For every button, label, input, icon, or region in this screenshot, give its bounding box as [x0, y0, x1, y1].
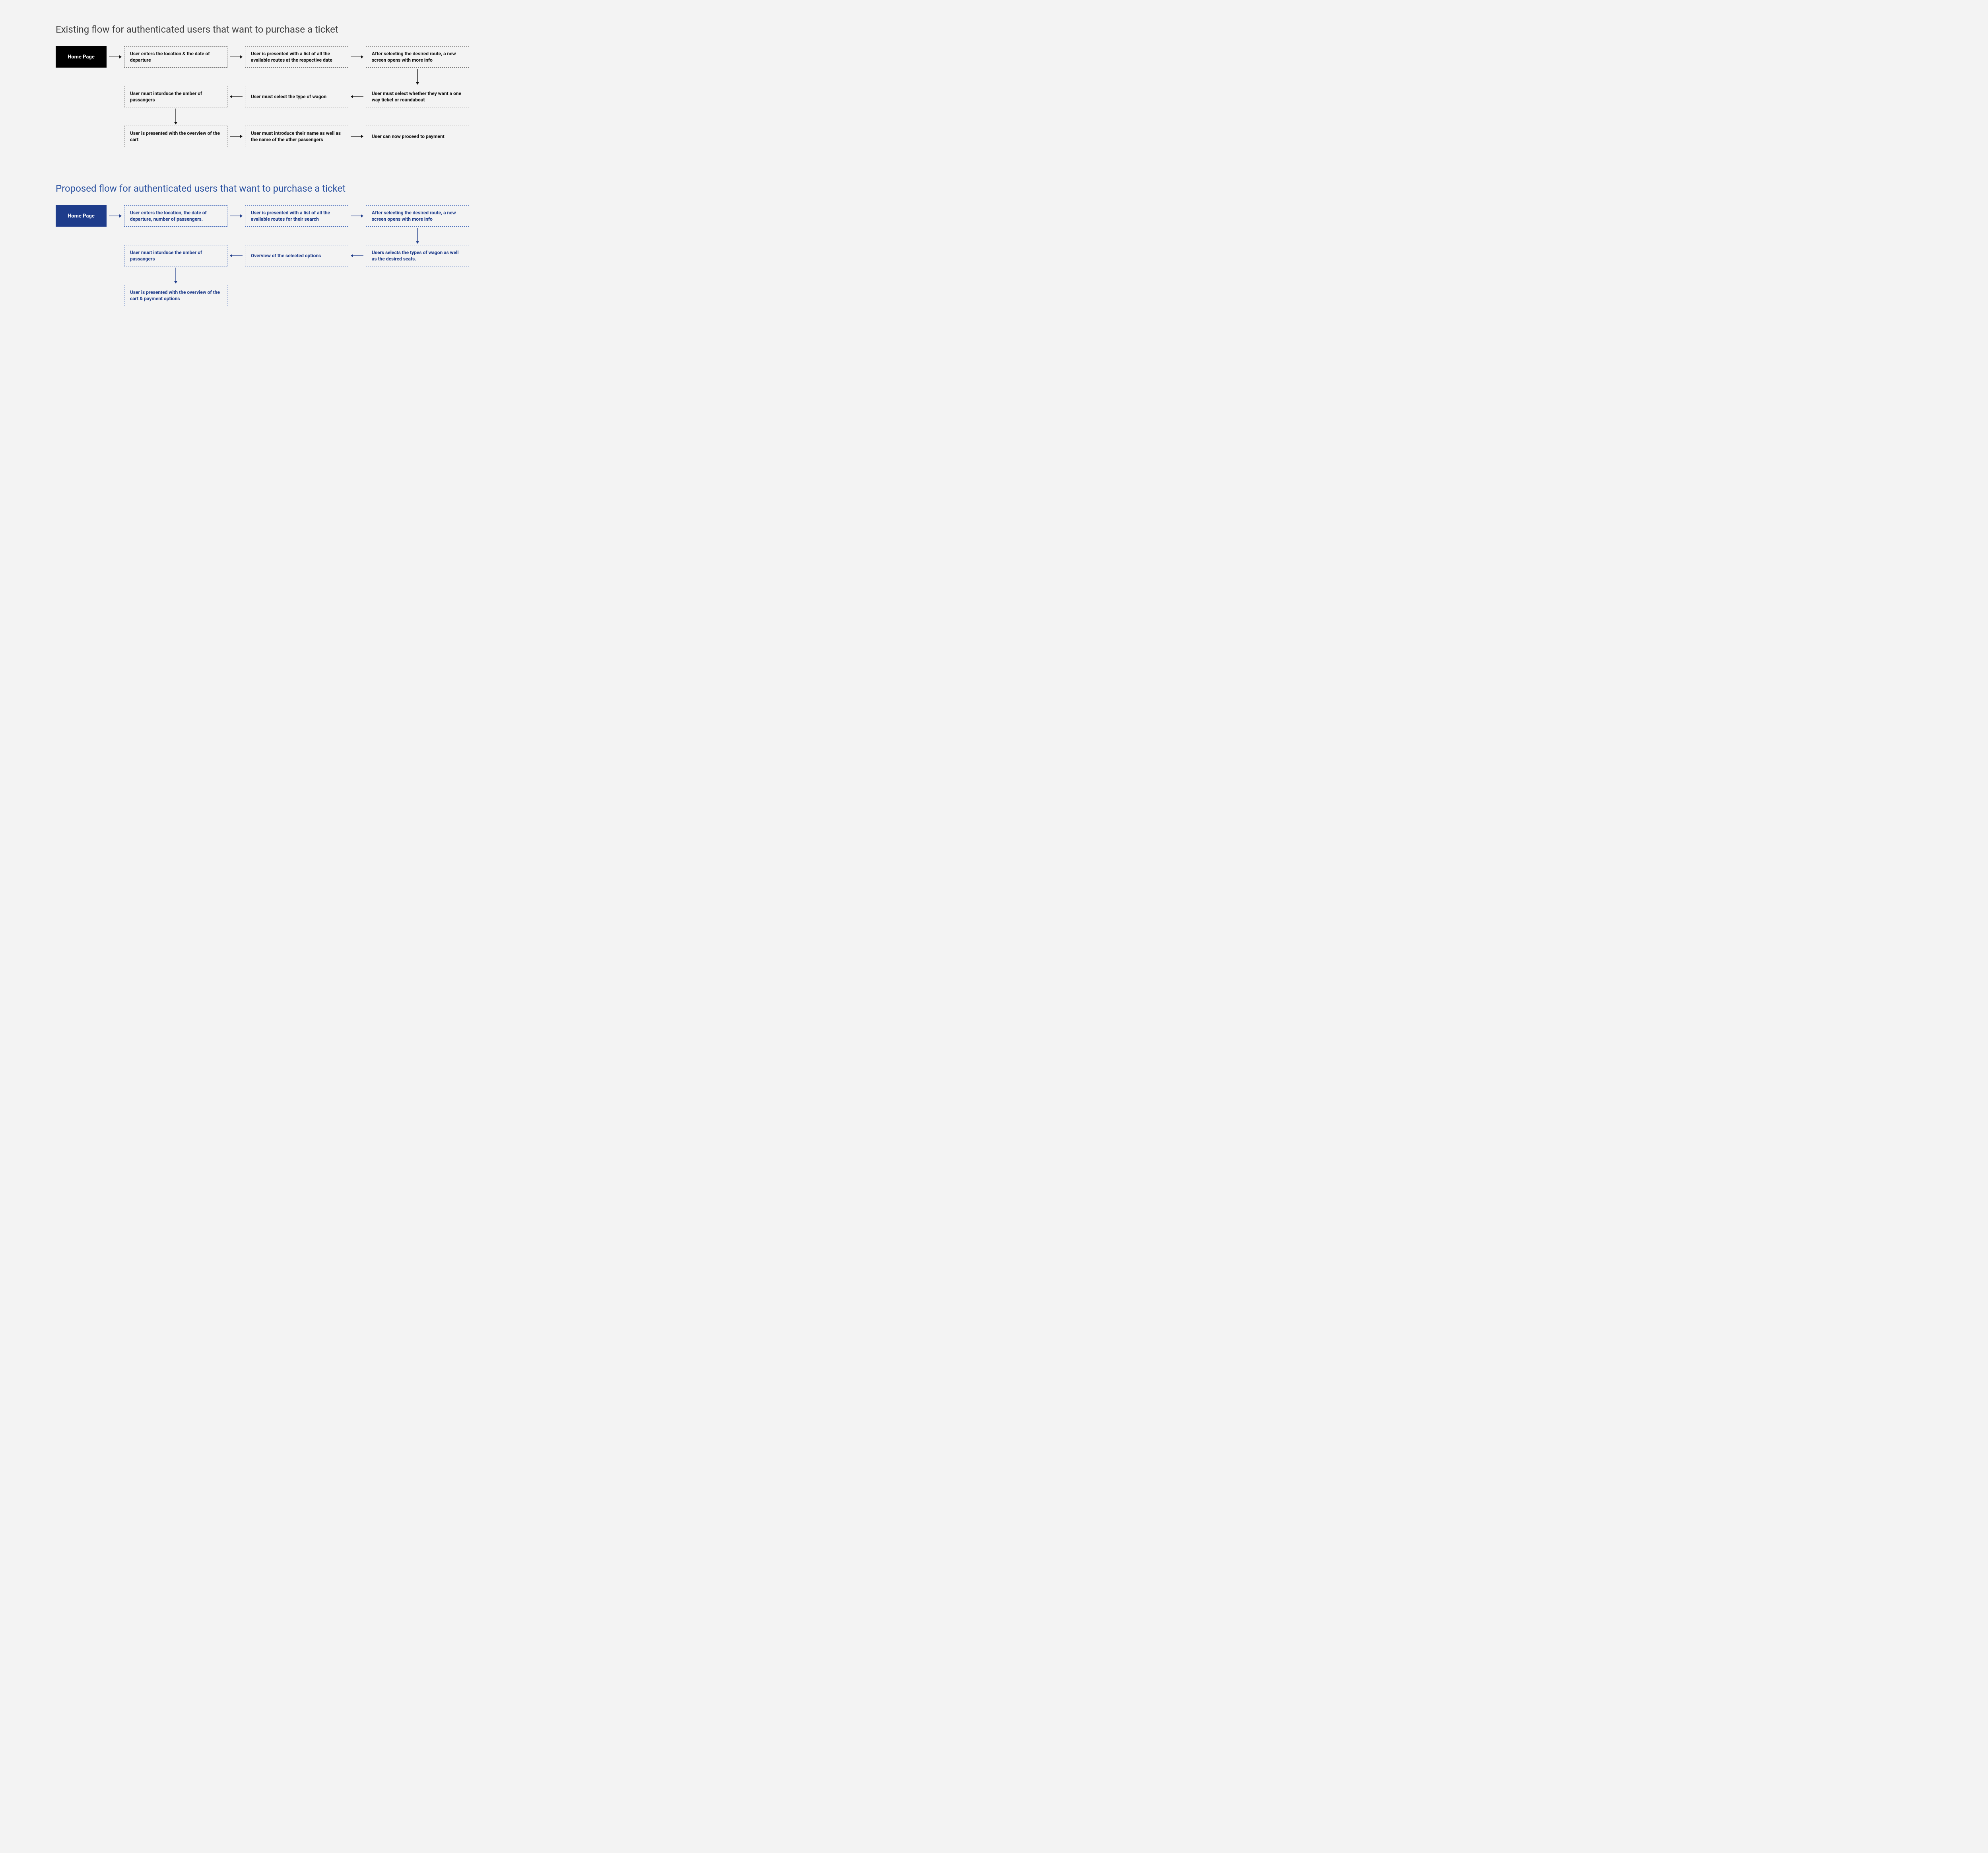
- arrow-e-v-1: [174, 109, 178, 124]
- arrow-p-r1-2: [348, 245, 366, 266]
- existing-step-5: User must select the type of wagon: [245, 86, 348, 107]
- arrow-e-r1-1: [227, 86, 245, 107]
- existing-flow-title: Existing flow for authenticated users th…: [56, 24, 1944, 35]
- existing-flow-diagram: Home Page User enters the location & the…: [56, 46, 1944, 147]
- proposed-step-1: User enters the location, the date of de…: [124, 205, 227, 227]
- existing-flow-section: Existing flow for authenticated users th…: [56, 24, 1944, 147]
- proposed-flow-diagram: Home Page User enters the location, the …: [56, 205, 1944, 306]
- existing-step-6: User must intorduce the umber of passang…: [124, 86, 227, 107]
- arrow-p-r0-1: [227, 205, 245, 227]
- arrow-e-r0-2: [348, 46, 366, 68]
- arrow-e-r0-0: [107, 46, 124, 68]
- existing-step-3: After selecting the desired route, a new…: [366, 46, 469, 68]
- existing-step-4: User must select whether they want a one…: [366, 86, 469, 107]
- existing-step-2: User is presented with a list of all the…: [245, 46, 348, 68]
- existing-home-node: Home Page: [56, 46, 107, 68]
- proposed-home-node: Home Page: [56, 205, 107, 227]
- existing-step-8: User must introduce their name as well a…: [245, 126, 348, 147]
- proposed-step-4: Users selects the types of wagon as well…: [366, 245, 469, 266]
- proposed-step-7: User is presented with the overview of t…: [124, 285, 227, 306]
- arrow-e-r0-1: [227, 46, 245, 68]
- proposed-step-3: After selecting the desired route, a new…: [366, 205, 469, 227]
- arrow-p-v-0: [415, 228, 419, 244]
- proposed-step-2: User is presented with a list of all the…: [245, 205, 348, 227]
- arrow-p-v-1: [174, 268, 178, 284]
- existing-step-7: User is presented with the overview of t…: [124, 126, 227, 147]
- arrow-e-r2-2: [348, 126, 366, 147]
- arrow-p-r1-1: [227, 245, 245, 266]
- proposed-flow-title: Proposed flow for authenticated users th…: [56, 183, 1944, 194]
- arrow-p-r0-0: [107, 205, 124, 227]
- arrow-p-r0-2: [348, 205, 366, 227]
- arrow-e-r2-1: [227, 126, 245, 147]
- proposed-step-6: User must intorduce the umber of passang…: [124, 245, 227, 266]
- existing-step-9: User can now proceed to payment: [366, 126, 469, 147]
- arrow-e-r1-2: [348, 86, 366, 107]
- proposed-flow-section: Proposed flow for authenticated users th…: [56, 183, 1944, 306]
- arrow-e-v-0: [415, 69, 419, 85]
- existing-step-1: User enters the location & the date of d…: [124, 46, 227, 68]
- proposed-step-5: Overview of the selected options: [245, 245, 348, 266]
